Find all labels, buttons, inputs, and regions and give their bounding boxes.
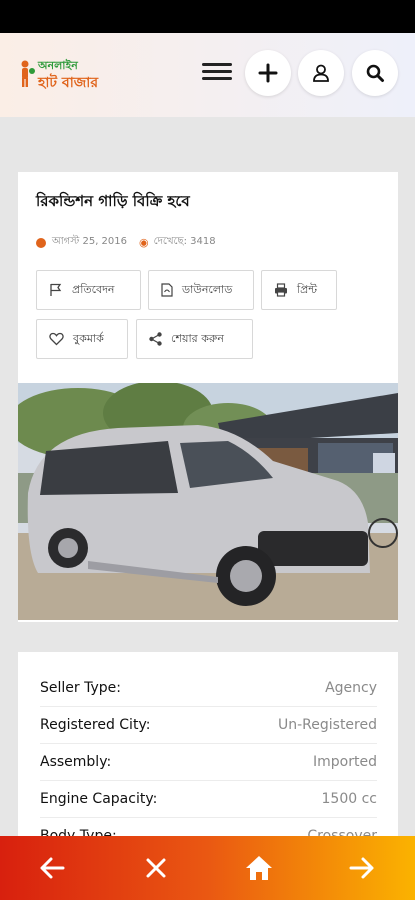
share-label: শেয়ার করুন: [171, 331, 224, 345]
car-photo: [18, 383, 398, 620]
detail-label: Registered City:: [40, 717, 151, 733]
bookmark-label: বুকমার্ক: [73, 331, 104, 345]
download-label: ডাউনলোড: [182, 282, 233, 296]
detail-value: Imported: [313, 754, 377, 770]
download-button[interactable]: ডাউনলোড: [148, 270, 254, 310]
logo-line-2: হাট বাজার: [38, 75, 99, 91]
forward-button[interactable]: [344, 850, 380, 886]
print-button[interactable]: প্রিন্ট: [261, 270, 337, 310]
detail-label: Assembly:: [40, 754, 112, 770]
detail-label: Engine Capacity:: [40, 791, 158, 807]
listing-card: রিকন্ডিশন গাড়ি বিক্রি হবে আগস্ট 25, 201…: [18, 172, 398, 622]
account-button[interactable]: [298, 50, 344, 96]
detail-row-engine-capacity: Engine Capacity: 1500 cc: [40, 781, 377, 818]
app-header: অনলাইন হাট বাজার: [0, 33, 415, 117]
detail-row-seller-type: Seller Type: Agency: [40, 670, 377, 707]
home-icon: [246, 856, 272, 880]
share-button[interactable]: শেয়ার করুন: [136, 319, 253, 359]
detail-value: Agency: [325, 680, 377, 696]
close-icon: [146, 858, 166, 878]
detail-row-assembly: Assembly: Imported: [40, 744, 377, 781]
close-button[interactable]: [138, 850, 174, 886]
search-button[interactable]: [352, 50, 398, 96]
logo-figure-icon: [21, 60, 35, 87]
bottom-navigation: [0, 836, 415, 900]
search-icon: [366, 64, 384, 82]
flag-icon: [50, 283, 62, 296]
site-logo[interactable]: অনলাইন হাট বাজার: [18, 57, 128, 97]
detail-label: Seller Type:: [40, 680, 121, 696]
arrow-left-icon: [40, 857, 65, 879]
user-icon: [313, 64, 329, 82]
report-button[interactable]: প্রতিবেদন: [36, 270, 141, 310]
heart-icon: [49, 332, 64, 346]
listing-date: আগস্ট 25, 2016: [52, 236, 128, 247]
detail-row-registered-city: Registered City: Un-Registered: [40, 707, 377, 744]
printer-icon: [275, 283, 287, 297]
share-icon: [149, 332, 162, 346]
print-label: প্রিন্ট: [297, 282, 318, 296]
clock-icon: [36, 237, 46, 248]
plus-icon: [258, 63, 278, 83]
add-post-button[interactable]: [245, 50, 291, 96]
listing-photo[interactable]: [18, 383, 398, 620]
file-pdf-icon: [161, 283, 173, 297]
report-label: প্রতিবেদন: [72, 282, 115, 296]
bookmark-button[interactable]: বুকমার্ক: [36, 319, 128, 359]
listing-meta: আগস্ট 25, 2016 ◉ দেখেছে: 3418: [36, 234, 216, 251]
back-button[interactable]: [34, 850, 70, 886]
eye-icon: ◉: [139, 236, 149, 249]
arrow-right-icon: [349, 857, 374, 879]
detail-value: 1500 cc: [321, 791, 377, 807]
listing-views: দেখেছে: 3418: [153, 236, 216, 247]
status-bar: [0, 0, 415, 33]
home-button[interactable]: [241, 850, 277, 886]
detail-value: Un-Registered: [277, 717, 377, 733]
menu-icon[interactable]: [199, 59, 235, 89]
listing-title: রিকন্ডিশন গাড়ি বিক্রি হবে: [36, 192, 190, 210]
